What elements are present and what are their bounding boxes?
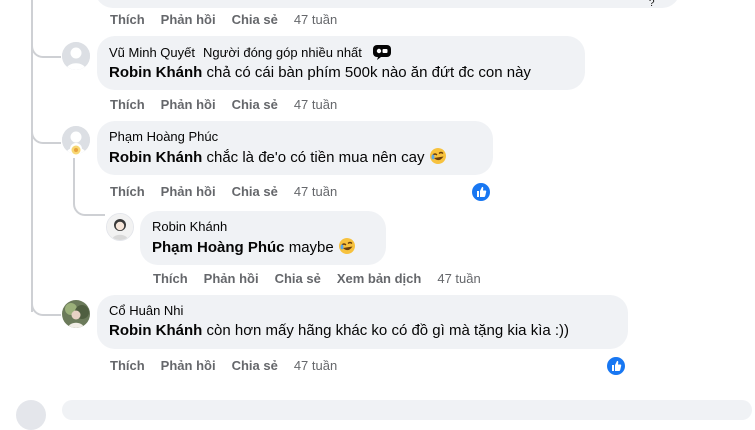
comment-input-partial[interactable] — [62, 400, 752, 420]
avatar[interactable] — [62, 300, 90, 328]
like-link[interactable]: Thích — [153, 271, 188, 286]
timestamp[interactable]: 47 tuần — [294, 184, 337, 199]
user-avatar-icon — [107, 214, 133, 240]
timestamp[interactable]: 47 tuần — [294, 97, 337, 112]
comment-text: còn hơn mấy hãng khác ko có đồ gì mà tặn… — [206, 322, 570, 339]
comment-actions: Thích Phản hồi Chia sẻ 47 tuần — [110, 184, 353, 199]
flower-badge-icon — [71, 145, 81, 155]
next-avatar-partial — [16, 400, 46, 430]
mention-link[interactable]: Robin Khánh — [109, 322, 202, 339]
like-link[interactable]: Thích — [110, 97, 145, 112]
reply-link[interactable]: Phản hồi — [161, 358, 216, 373]
mention-link[interactable]: Robin Khánh — [109, 64, 202, 81]
thread-connector-2 — [31, 124, 61, 144]
previous-comment-actions: Thích Phản hồi Chia sẻ 47 tuần — [110, 12, 353, 27]
reply-actions: Thích Phản hồi Chia sẻ Xem bản dịch 47 tuần — [153, 271, 497, 286]
laughing-emoji-icon — [338, 238, 355, 254]
laughing-emoji-icon — [429, 148, 446, 164]
comment-actions: Thích Phản hồi Chia sẻ 47 tuần — [110, 358, 353, 373]
mention-link[interactable]: Robin Khánh — [109, 149, 202, 166]
comment-bubble: Cổ Huân Nhi Robin Khánh còn hơn mấy hãng… — [97, 295, 628, 349]
timestamp[interactable]: 47 tuần — [294, 12, 337, 27]
share-link[interactable]: Chia sẻ — [232, 12, 278, 27]
user-avatar-icon — [62, 300, 90, 328]
top-fan-badge-icon — [372, 45, 391, 60]
avatar[interactable] — [106, 213, 134, 241]
avatar[interactable] — [62, 42, 90, 70]
comment-text: chắc là đe'o có tiền mua nên cay — [206, 149, 425, 166]
like-link[interactable]: Thích — [110, 358, 145, 373]
comment-text: chả có cái bàn phím 500k nào ăn đứt đc c… — [206, 64, 531, 81]
like-reaction-icon — [477, 186, 487, 197]
like-reaction-badge[interactable] — [470, 181, 492, 203]
like-reaction-badge[interactable] — [605, 355, 627, 377]
like-reaction-icon — [612, 360, 622, 371]
reply-link[interactable]: Phản hồi — [161, 12, 216, 27]
reply-link[interactable]: Phản hồi — [161, 97, 216, 112]
share-link[interactable]: Chia sẻ — [275, 271, 321, 286]
comment-bubble: Vũ Minh Quyết Người đóng góp nhiều nhất R… — [97, 36, 585, 90]
share-link[interactable]: Chia sẻ — [232, 97, 278, 112]
thread-connector-4 — [31, 296, 61, 316]
timestamp[interactable]: 47 tuần — [437, 271, 480, 286]
comment-actions: Thích Phản hồi Chia sẻ 47 tuần — [110, 97, 353, 112]
share-link[interactable]: Chia sẻ — [232, 184, 278, 199]
mention-link[interactable]: Phạm Hoàng Phúc — [152, 239, 285, 256]
reply-link[interactable]: Phản hồi — [161, 184, 216, 199]
comment-author[interactable]: Cổ Huân Nhi — [109, 303, 616, 319]
previous-comment-tail: ? — [649, 0, 655, 9]
comment-text: maybe — [288, 239, 334, 256]
reply-bubble: Robin Khánh Phạm Hoàng Phúc maybe — [140, 211, 386, 265]
translate-link[interactable]: Xem bản dịch — [337, 271, 422, 286]
comment-bubble: Phạm Hoàng Phúc Robin Khánh chắc là đe'o… — [97, 121, 493, 175]
comment-author[interactable]: Vũ Minh Quyết — [109, 45, 195, 60]
previous-comment-bubble — [95, 0, 680, 8]
like-link[interactable]: Thích — [110, 12, 145, 27]
comment-author[interactable]: Phạm Hoàng Phúc — [109, 129, 481, 145]
top-contributor-badge[interactable]: Người đóng góp nhiều nhất — [203, 45, 362, 60]
comment-author[interactable]: Robin Khánh — [152, 219, 374, 235]
like-link[interactable]: Thích — [110, 184, 145, 199]
avatar-status-badge — [70, 143, 82, 155]
share-link[interactable]: Chia sẻ — [232, 358, 278, 373]
default-avatar-icon — [62, 42, 90, 70]
reply-link[interactable]: Phản hồi — [204, 271, 259, 286]
timestamp[interactable]: 47 tuần — [294, 358, 337, 373]
thread-connector-1 — [31, 38, 61, 58]
